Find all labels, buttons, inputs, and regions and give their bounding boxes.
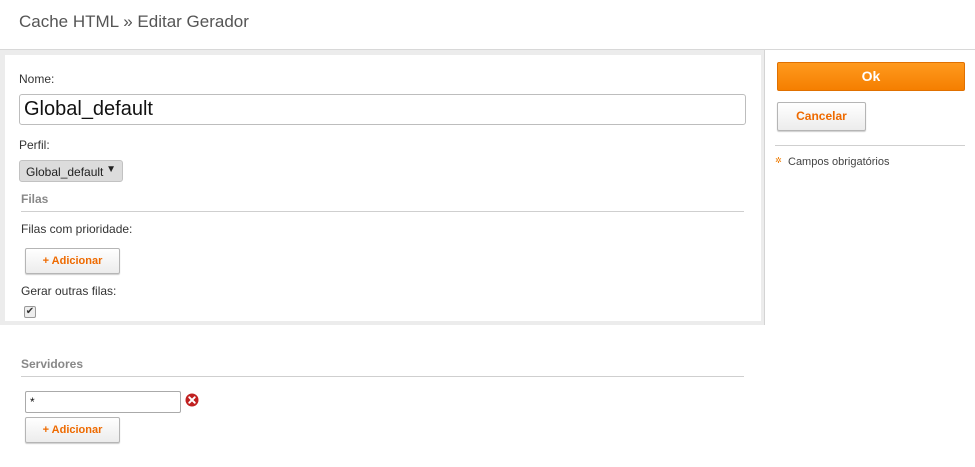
required-fields-note: Campos obrigatórios — [788, 156, 890, 168]
page-header: Cache HTML » Editar Gerador — [0, 0, 975, 50]
nome-input[interactable] — [19, 94, 746, 125]
cancel-button[interactable]: Cancelar — [777, 102, 866, 131]
page-title: Cache HTML » Editar Gerador — [19, 12, 249, 31]
filas-prioridade-label: Filas com prioridade: — [21, 222, 133, 236]
nome-label: Nome: — [19, 72, 55, 86]
gerar-outras-label: Gerar outras filas: — [21, 284, 117, 298]
add-servidor-button[interactable]: + Adicionar — [25, 417, 120, 443]
perfil-select-value: Global_default — [26, 165, 104, 179]
filas-divider — [21, 211, 744, 212]
gerar-outras-checkbox[interactable]: ✔ — [24, 306, 36, 318]
remove-icon[interactable] — [185, 393, 199, 407]
sidebar-divider — [775, 145, 965, 146]
servidores-section-title: Servidores — [21, 357, 84, 371]
perfil-select[interactable]: Global_default ▼ — [19, 160, 123, 182]
servidor-input[interactable] — [25, 391, 181, 413]
perfil-label: Perfil: — [19, 138, 50, 152]
required-asterisk-icon: ✲ — [775, 156, 782, 165]
checkmark-icon: ✔ — [25, 306, 35, 317]
dropdown-arrow-icon: ▼ — [106, 164, 116, 175]
ok-button[interactable]: Ok — [777, 62, 965, 91]
filas-section-title: Filas — [21, 192, 49, 206]
add-fila-button[interactable]: + Adicionar — [25, 248, 120, 274]
servidores-divider — [21, 376, 744, 377]
